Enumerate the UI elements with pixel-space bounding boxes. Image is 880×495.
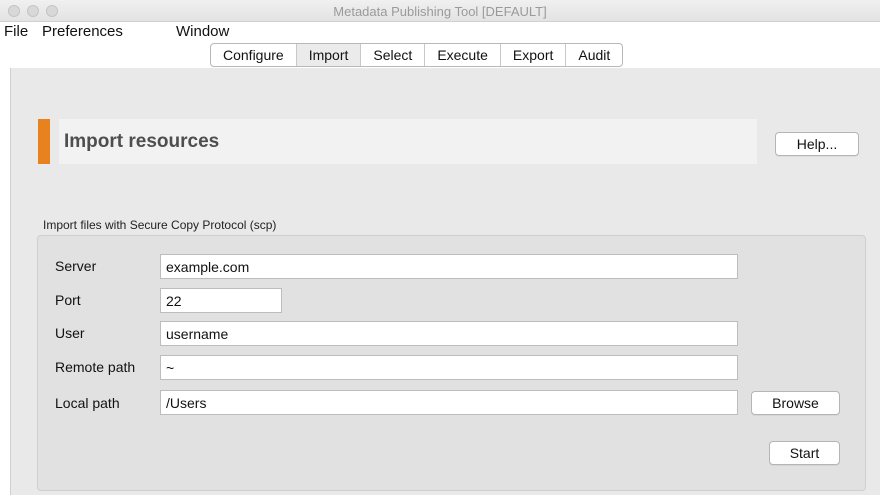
help-button[interactable]: Help... [775,132,859,156]
menu-bar: File Preferences Window [0,22,880,42]
window-title: Metadata Publishing Tool [DEFAULT] [333,4,547,19]
port-label: Port [55,292,81,308]
menu-window[interactable]: Window [176,23,229,40]
user-label: User [55,325,85,341]
server-input[interactable] [160,254,738,279]
tab-configure[interactable]: Configure [211,44,297,66]
menu-file[interactable]: File [4,23,28,40]
user-input[interactable] [160,321,738,346]
scp-group-caption: Import files with Secure Copy Protocol (… [43,218,277,232]
remote-path-label: Remote path [55,359,136,375]
page-title: Import resources [64,131,220,152]
menu-preferences[interactable]: Preferences [42,23,123,40]
tab-select[interactable]: Select [361,44,426,66]
tab-audit[interactable]: Audit [566,44,622,66]
tab-execute[interactable]: Execute [425,44,501,66]
browse-button[interactable]: Browse [751,391,840,415]
server-label: Server [55,258,97,274]
tab-import[interactable]: Import [296,44,362,66]
local-path-label: Local path [55,395,120,411]
start-button[interactable]: Start [769,441,840,465]
header-accent-bar [38,119,50,164]
tab-export[interactable]: Export [501,44,567,66]
remote-path-input[interactable] [160,355,738,380]
title-bar: Metadata Publishing Tool [DEFAULT] [0,0,880,22]
local-path-input[interactable] [160,390,738,415]
port-input[interactable] [160,288,282,313]
tab-bar: Configure Import Select Execute Export A… [210,43,624,67]
